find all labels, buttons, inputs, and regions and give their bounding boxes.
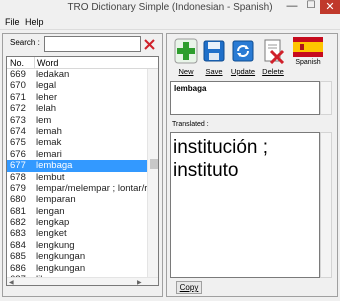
list-row[interactable]: 684 lengkung [7,240,147,251]
save-label: Save [205,67,223,76]
row-word: lengan [36,205,65,217]
row-word: lengket [36,228,67,240]
save-button[interactable]: Save [202,38,226,78]
list-header: No. Word [7,57,158,69]
list-horizontal-scrollbar[interactable]: ◀ ▶ [7,277,158,285]
row-word: lem [36,114,52,126]
list-row[interactable]: 681 lengan [7,206,147,217]
translation-box[interactable]: institución ; instituto [170,132,320,278]
scroll-right-icon[interactable]: ▶ [137,279,142,285]
list-row[interactable]: 670 legal [7,80,147,91]
word-list[interactable]: No. Word 669 ledakan 670 legal 671 leher 672 le… [6,56,159,286]
row-number: 682 [10,217,26,229]
row-number: 670 [10,80,26,92]
row-number: 680 [10,194,26,206]
list-row[interactable]: 677 lembaga [7,160,147,172]
title-bar: TRO Dictionary Simple (Indonesian - Span… [0,0,340,16]
search-input[interactable] [44,36,141,52]
list-row[interactable]: 674 lemah [7,126,147,137]
row-word: lemah [36,125,62,137]
row-number: 683 [10,228,26,240]
row-number: 672 [10,103,26,115]
row-number: 676 [10,148,26,160]
refresh-icon [232,40,254,62]
menu-file[interactable]: File [5,17,20,27]
list-row[interactable]: 679 lempar/melempar ; lontar/r [7,183,147,194]
list-row[interactable]: 686 lengkungan [7,263,147,274]
delete-label: Delete [262,67,284,76]
selected-word-box[interactable]: lembaga [170,81,320,115]
maximize-button[interactable]: ☐ [304,0,318,14]
list-row[interactable]: 680 lemparan [7,194,147,205]
row-number: 674 [10,125,26,137]
list-row[interactable]: 683 lengket [7,228,147,239]
row-number: 678 [10,171,26,183]
row-number: 677 [10,160,26,172]
row-number: 686 [10,262,26,274]
row-word: lengkungan [36,262,86,274]
list-row[interactable]: 672 lelah [7,103,147,114]
row-number: 679 [10,182,26,194]
list-vertical-scrollbar[interactable] [147,69,158,277]
app-window: TRO Dictionary Simple (Indonesian - Span… [0,0,340,301]
floppy-disk-icon [203,40,225,62]
clear-search-icon[interactable] [143,38,156,51]
row-word: lengkap [36,217,70,229]
row-word: lengkungan [36,251,86,263]
list-row[interactable]: 675 lemak [7,137,147,148]
row-word: leher [36,91,58,103]
copy-button[interactable]: Copy [176,281,202,294]
delete-button[interactable]: Delete [261,38,285,78]
new-button[interactable]: New [174,38,198,78]
delete-document-icon [264,39,285,64]
search-label: Search : [10,38,40,47]
row-word: ledakan [36,69,70,80]
menu-help[interactable]: Help [25,17,44,27]
row-word: lemparan [36,194,76,206]
list-row[interactable]: 676 lemari [7,149,147,160]
column-header-word[interactable]: Word [37,58,58,68]
update-button[interactable]: Update [231,38,255,78]
list-row[interactable]: 678 lembut [7,172,147,183]
list-row[interactable]: 685 lengkungan [7,251,147,262]
selected-word: lembaga [174,84,207,93]
row-number: 685 [10,251,26,263]
menu-bar: File Help [0,16,340,30]
row-word: lelah [36,103,57,115]
row-number: 669 [10,69,26,80]
close-button[interactable]: ✕ [320,0,340,14]
list-rows: 669 ledakan 670 legal 671 leher 672 lelah 673 lem… [7,69,147,285]
list-row[interactable]: 671 leher [7,92,147,103]
translation-text: institución ; instituto [173,137,269,181]
row-number: 684 [10,239,26,251]
spain-flag-icon[interactable] [293,37,323,57]
column-header-no[interactable]: No. [10,58,24,68]
row-word: lemak [36,137,62,149]
column-divider [34,57,35,69]
list-row[interactable]: 673 lem [7,115,147,126]
row-word: legal [36,80,57,92]
scroll-left-icon[interactable]: ◀ [9,279,14,285]
scrollbar-thumb[interactable] [150,159,158,169]
word-box-scrollbar[interactable] [320,81,332,115]
language-label: Spanish [295,59,321,66]
translated-label: Translated : [172,121,209,128]
list-row[interactable]: 682 lengkap [7,217,147,228]
row-word: lempar/melempar ; lontar/r [36,182,147,194]
row-number: 673 [10,114,26,126]
row-number: 671 [10,91,26,103]
row-word: lengkung [36,239,75,251]
plus-icon [174,38,198,64]
row-number: 675 [10,137,26,149]
row-number: 681 [10,205,26,217]
list-row[interactable]: 669 ledakan [7,69,147,80]
row-word: lembaga [36,160,73,172]
row-word: lemari [36,148,62,160]
translation-scrollbar[interactable] [320,132,332,278]
row-word: lembut [36,171,65,183]
minimize-button[interactable]: — [284,0,300,14]
update-label: Update [230,67,256,76]
